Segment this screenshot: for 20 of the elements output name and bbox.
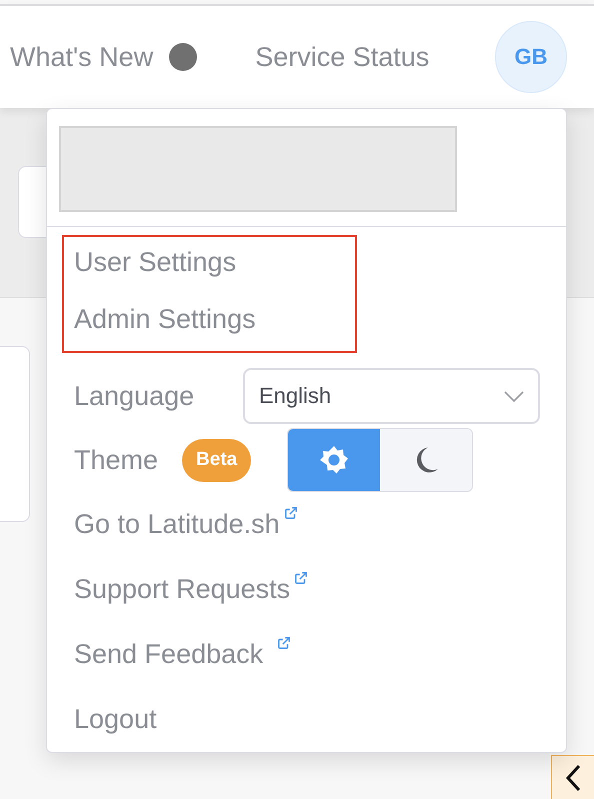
theme-label: Theme bbox=[74, 444, 158, 476]
language-label: Language bbox=[74, 380, 194, 412]
chevron-down-icon bbox=[504, 390, 524, 402]
avatar-button[interactable]: GB bbox=[495, 21, 567, 93]
menu-item[interactable]: Send Feedback bbox=[62, 622, 292, 687]
gear-icon bbox=[319, 445, 350, 475]
menu-item[interactable]: Admin Settings bbox=[74, 287, 256, 351]
dark-theme-button[interactable] bbox=[380, 429, 472, 491]
chevron-left-icon bbox=[565, 764, 581, 792]
beta-badge: Beta bbox=[182, 438, 252, 482]
dot-icon bbox=[169, 43, 198, 71]
menu-item[interactable]: Support Requests bbox=[62, 557, 308, 622]
language-select[interactable]: English bbox=[243, 368, 540, 424]
menu-item[interactable]: Go to Latitude.sh bbox=[62, 492, 298, 557]
collapse-button[interactable] bbox=[551, 755, 594, 799]
service-status-link[interactable]: Service Status bbox=[255, 42, 430, 72]
light-theme-button[interactable] bbox=[288, 429, 380, 491]
menu-item[interactable]: Logout bbox=[62, 687, 157, 752]
menu-item[interactable]: User Settings bbox=[74, 237, 236, 287]
whats-new-link[interactable]: What's New bbox=[10, 42, 154, 72]
